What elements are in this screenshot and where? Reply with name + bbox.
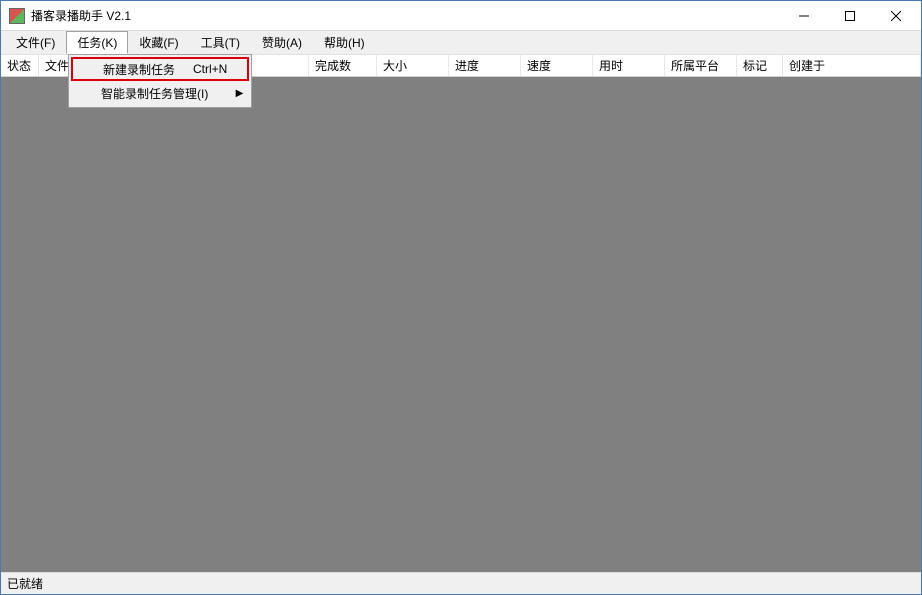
dropdown-new-record-task[interactable]: 新建录制任务 Ctrl+N <box>71 57 249 81</box>
dropdown-label: 智能录制任务管理(I) <box>101 85 229 102</box>
dropdown-shortcut: Ctrl+N <box>193 62 227 76</box>
task-list-area <box>1 77 921 572</box>
submenu-arrow-icon: ▶ <box>236 88 244 99</box>
col-progress[interactable]: 进度 <box>449 55 521 76</box>
window-controls <box>781 1 919 30</box>
minimize-button[interactable] <box>781 1 827 30</box>
menu-task[interactable]: 任务(K) <box>66 31 128 54</box>
titlebar: 播客录播助手 V2.1 <box>1 1 921 31</box>
menu-tool[interactable]: 工具(T) <box>190 31 251 54</box>
menu-help[interactable]: 帮助(H) <box>313 31 376 54</box>
statusbar: 已就绪 <box>1 572 921 594</box>
maximize-button[interactable] <box>827 1 873 30</box>
app-icon <box>9 8 25 24</box>
col-size[interactable]: 大小 <box>377 55 449 76</box>
dropdown-label: 新建录制任务 <box>103 61 175 78</box>
task-dropdown: 新建录制任务 Ctrl+N 智能录制任务管理(I) ▶ <box>68 54 252 108</box>
col-mark[interactable]: 标记 <box>737 55 783 76</box>
dropdown-smart-manage[interactable]: 智能录制任务管理(I) ▶ <box>71 81 249 105</box>
close-button[interactable] <box>873 1 919 30</box>
col-completed[interactable]: 完成数 <box>309 55 377 76</box>
col-created[interactable]: 创建于 <box>783 55 921 76</box>
menu-favorite[interactable]: 收藏(F) <box>128 31 189 54</box>
col-status[interactable]: 状态 <box>1 55 39 76</box>
col-elapsed[interactable]: 用时 <box>593 55 665 76</box>
window-title: 播客录播助手 V2.1 <box>31 7 781 24</box>
col-platform[interactable]: 所属平台 <box>665 55 737 76</box>
col-speed[interactable]: 速度 <box>521 55 593 76</box>
menubar: 文件(F) 任务(K) 收藏(F) 工具(T) 赞助(A) 帮助(H) 新建录制… <box>1 31 921 55</box>
menu-donate[interactable]: 赞助(A) <box>251 31 313 54</box>
menu-file[interactable]: 文件(F) <box>5 31 66 54</box>
status-text: 已就绪 <box>7 575 43 592</box>
